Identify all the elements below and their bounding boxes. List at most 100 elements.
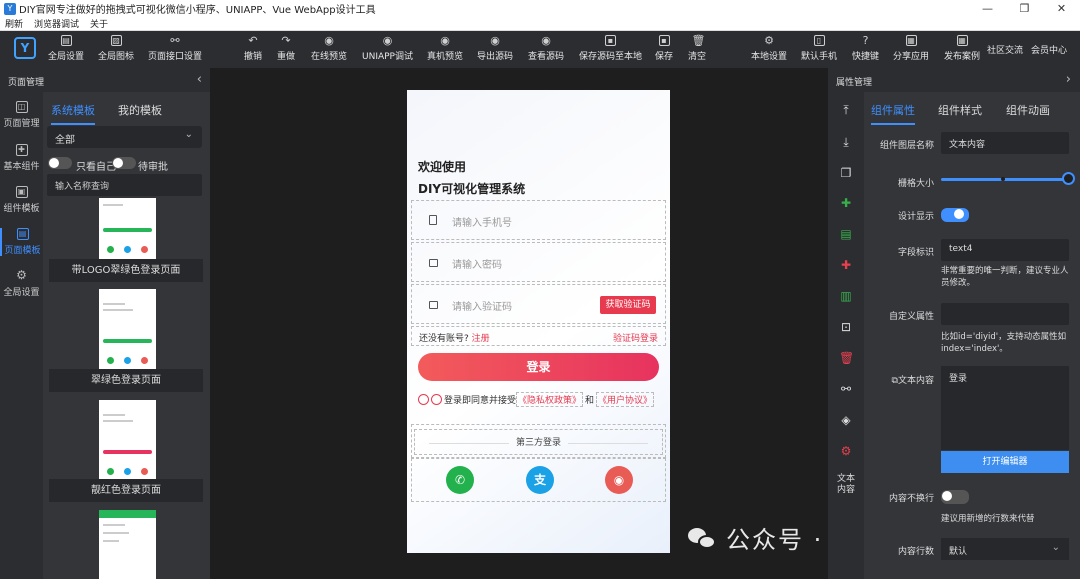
- community-button[interactable]: 社区交流: [987, 43, 1023, 56]
- lines-select[interactable]: 默认 ⌄: [941, 538, 1069, 560]
- tab-component-style[interactable]: 组件样式: [938, 102, 982, 118]
- layers-icon[interactable]: ◈: [839, 413, 853, 427]
- verify-code-field[interactable]: 请输入验证码 获取验证码: [411, 284, 666, 324]
- rail-page-templates[interactable]: ▤ 页面模板: [0, 228, 43, 256]
- social-login-row: ✆ 支 ◉: [411, 458, 666, 502]
- right-panel-title: 属性管理: [836, 78, 873, 88]
- minimize-button[interactable]: —: [969, 2, 1006, 15]
- local-settings-button[interactable]: ⚙ 本地设置: [751, 35, 787, 62]
- rail-page-manage[interactable]: ◫ 页面管理: [0, 101, 43, 129]
- menu-refresh[interactable]: 刷新: [5, 17, 23, 30]
- template-search-input[interactable]: 输入名称查询: [47, 174, 202, 196]
- wechat-login-icon[interactable]: ✆: [446, 466, 474, 494]
- uniapp-debug-button[interactable]: ◉ UNIAPP调试: [362, 35, 413, 62]
- save-source-local-button[interactable]: ▪ 保存源码至本地: [579, 35, 642, 62]
- clear-button[interactable]: 🗑 清空: [688, 35, 706, 62]
- user-agreement-link[interactable]: 《用户协议》: [596, 392, 655, 407]
- only-mine-toggle[interactable]: [48, 157, 72, 169]
- account-links-row: 还没有账号? 注册 验证码登录: [411, 326, 666, 346]
- move-top-icon[interactable]: ⤒: [839, 103, 853, 117]
- tab-component-props[interactable]: 组件属性: [871, 102, 915, 125]
- document-icon[interactable]: ▤: [839, 227, 853, 241]
- no-account-text: 还没有账号?: [419, 334, 469, 344]
- grid-size-slider[interactable]: [941, 178, 1069, 181]
- rail-global-settings[interactable]: ⚙ 全局设置: [0, 269, 43, 298]
- nowrap-toggle[interactable]: [941, 490, 969, 504]
- global-icons-button[interactable]: ▨ 全局图标: [98, 35, 134, 62]
- menu-about[interactable]: 关于: [90, 17, 108, 30]
- register-link[interactable]: 注册: [472, 334, 490, 344]
- template-card-label[interactable]: 靓红色登录页面: [49, 479, 203, 502]
- alipay-login-icon[interactable]: 支: [526, 466, 554, 494]
- welcome-title[interactable]: 欢迎使用: [418, 158, 466, 175]
- template-thumbnail[interactable]: [99, 289, 156, 371]
- save-icon: ▪: [605, 35, 616, 46]
- lock-icon[interactable]: ⊡: [839, 320, 853, 334]
- lock-icon: [429, 301, 438, 309]
- template-card-label[interactable]: 翠绿色登录页面: [49, 369, 203, 392]
- delete-icon[interactable]: 🗑: [839, 351, 854, 365]
- design-display-toggle[interactable]: [941, 208, 969, 222]
- copy-icon[interactable]: ❐: [839, 166, 853, 180]
- code-login-link[interactable]: 验证码登录: [613, 331, 658, 344]
- page-api-settings-button[interactable]: ⚯ 页面接口设置: [148, 35, 202, 62]
- field-id-input[interactable]: text4: [941, 239, 1069, 261]
- tab-my-templates[interactable]: 我的模板: [118, 102, 162, 118]
- save-button[interactable]: ▪ 保存: [655, 35, 673, 62]
- global-settings-button[interactable]: ▤ 全局设置: [48, 35, 84, 62]
- maximize-button[interactable]: ❐: [1006, 2, 1043, 15]
- share-app-button[interactable]: ▦ 分享应用: [893, 35, 929, 62]
- view-source-button[interactable]: ◉ 查看源码: [528, 35, 564, 62]
- publish-icon: ▦: [956, 35, 968, 46]
- online-preview-button[interactable]: ◉ 在线预览: [311, 35, 347, 62]
- agree-checkbox-icon[interactable]: [418, 394, 429, 405]
- pending-review-toggle[interactable]: [112, 157, 136, 169]
- category-select[interactable]: 全部 ⌄: [47, 126, 202, 148]
- eye-icon: ◉: [382, 34, 393, 47]
- system-title[interactable]: DIY可视化管理系统: [418, 180, 525, 197]
- add-component-icon[interactable]: ✚: [839, 196, 853, 210]
- default-phone-button[interactable]: ▯ 默认手机: [801, 35, 837, 62]
- publish-case-button[interactable]: ▦ 发布案例: [944, 35, 980, 62]
- save-icon: ▪: [658, 35, 670, 46]
- export-source-button[interactable]: ◉ 导出源码: [477, 35, 513, 62]
- agree-radio-icon[interactable]: [431, 394, 442, 405]
- rail-component-templates[interactable]: ▣ 组件模板: [0, 186, 43, 214]
- undo-button[interactable]: ↶ 撤销: [244, 35, 262, 62]
- gear-icon[interactable]: ⚙: [839, 444, 853, 458]
- menu-bar: 刷新 浏览器调试 关于: [0, 17, 1080, 31]
- tab-system-templates[interactable]: 系统模板: [51, 102, 95, 125]
- login-button[interactable]: 登录: [418, 353, 659, 381]
- privacy-link[interactable]: 《隐私权政策》: [516, 392, 584, 407]
- get-code-button[interactable]: 获取验证码: [600, 296, 656, 314]
- collapse-right-icon[interactable]: ›: [1066, 72, 1071, 87]
- layer-name-input[interactable]: 文本内容: [941, 132, 1069, 154]
- device-preview-button[interactable]: ◉ 真机预览: [427, 35, 463, 62]
- right-rail: ⤒ ⤓ ❐ ✚ ▤ ✚ ▥ ⊡ 🗑 ⚯ ◈ ⚙ 文本内容: [828, 92, 864, 579]
- remove-component-icon[interactable]: ✚: [839, 258, 853, 272]
- rail-basic-components[interactable]: ✚ 基本组件: [0, 144, 43, 172]
- close-button[interactable]: ✕: [1043, 2, 1080, 15]
- link-icon[interactable]: ⚯: [839, 382, 853, 396]
- collapse-left-icon[interactable]: ‹: [197, 72, 202, 87]
- move-bottom-icon[interactable]: ⤓: [839, 135, 853, 149]
- template-thumbnail[interactable]: [99, 198, 156, 260]
- template-thumbnail[interactable]: [99, 510, 156, 579]
- menu-browser-debug[interactable]: 浏览器调试: [34, 17, 79, 30]
- template-thumbnail[interactable]: [99, 400, 156, 482]
- custom-attr-input[interactable]: [941, 303, 1069, 325]
- shortcuts-button[interactable]: ? 快捷键: [852, 35, 879, 62]
- tab-component-animation[interactable]: 组件动画: [1006, 102, 1050, 118]
- edit-document-icon[interactable]: ▥: [839, 289, 853, 303]
- member-center-button[interactable]: 会员中心: [1031, 43, 1067, 56]
- template-card-label[interactable]: 带LOGO翠绿色登录页面: [49, 259, 203, 282]
- grid-size-slider-thumb[interactable]: [1062, 172, 1075, 185]
- nowrap-label: 内容不换行: [888, 494, 934, 504]
- text-content-textarea[interactable]: 登录: [941, 366, 1069, 450]
- password-field[interactable]: 请输入密码: [411, 242, 666, 282]
- open-editor-button[interactable]: 打开编辑器: [941, 451, 1069, 473]
- redo-button[interactable]: ↷ 重做: [277, 35, 295, 62]
- weibo-login-icon[interactable]: ◉: [605, 466, 633, 494]
- phone-number-field[interactable]: 请输入手机号: [411, 200, 666, 240]
- page-template-icon: ▤: [16, 228, 29, 240]
